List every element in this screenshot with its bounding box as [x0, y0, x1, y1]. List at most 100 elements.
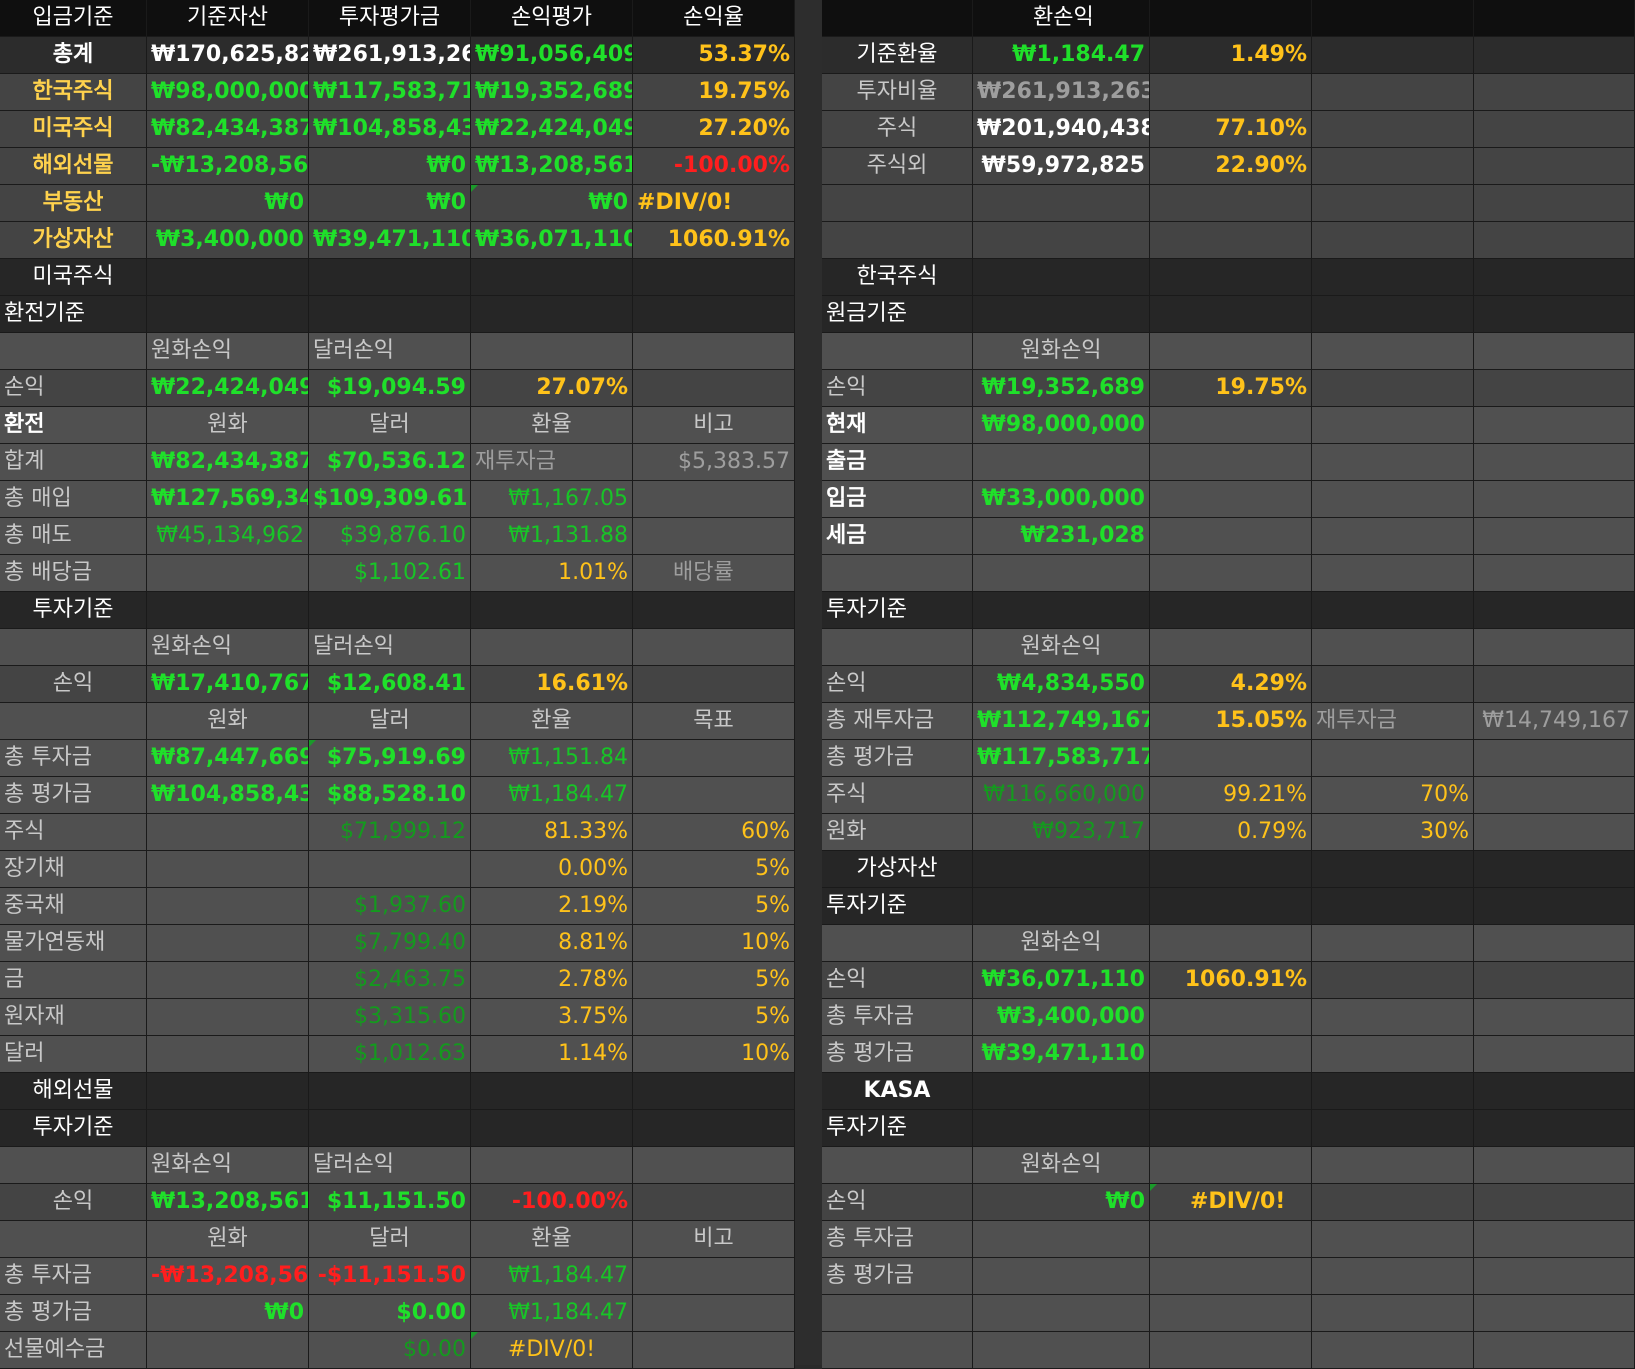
value-cell[interactable]: 15.05%	[1150, 703, 1312, 740]
cell[interactable]	[1474, 259, 1635, 296]
cell[interactable]	[1312, 185, 1474, 222]
section-title[interactable]: 한국주식	[822, 259, 973, 296]
cell[interactable]	[1312, 1295, 1474, 1332]
cell[interactable]	[1474, 851, 1635, 888]
cell[interactable]	[1474, 0, 1635, 37]
value-cell[interactable]: 5%	[633, 999, 795, 1036]
cell[interactable]	[1312, 259, 1474, 296]
cell[interactable]	[309, 1110, 471, 1147]
col-label[interactable]: 달러	[309, 703, 471, 740]
cell[interactable]	[973, 1332, 1150, 1369]
cell[interactable]	[1474, 1184, 1635, 1221]
cell[interactable]	[1474, 555, 1635, 592]
cell[interactable]	[309, 1073, 471, 1110]
cat-eval[interactable]: ₩117,583,717	[309, 74, 471, 111]
subsection-title[interactable]: 투자기준	[822, 888, 973, 925]
cat-rate[interactable]: #DIV/0!	[633, 185, 795, 222]
value-cell[interactable]: 4.29%	[1150, 666, 1312, 703]
header-cell[interactable]: 투자평가금	[309, 0, 471, 37]
value-cell[interactable]: 0.79%	[1150, 814, 1312, 851]
value-cell[interactable]: ₩1,184.47	[471, 1295, 633, 1332]
value-cell[interactable]: $12,608.41	[309, 666, 471, 703]
cell[interactable]	[633, 296, 795, 333]
row-label[interactable]: 손익	[0, 1184, 147, 1221]
value-cell[interactable]: 재투자금	[1312, 703, 1474, 740]
col-label[interactable]: 원화손익	[973, 1147, 1150, 1184]
cell[interactable]	[633, 629, 795, 666]
value-cell[interactable]: $1,012.63	[309, 1036, 471, 1073]
cat-rate[interactable]: 19.75%	[633, 74, 795, 111]
value-cell[interactable]: ₩1,167.05	[471, 481, 633, 518]
col-label[interactable]: 원화손익	[147, 629, 309, 666]
section-title[interactable]: 해외선물	[0, 1073, 147, 1110]
row-label[interactable]: 손익	[0, 666, 147, 703]
value-cell[interactable]: 99.21%	[1150, 777, 1312, 814]
cell[interactable]	[822, 333, 973, 370]
value-cell[interactable]: $1,937.60	[309, 888, 471, 925]
cell[interactable]	[1312, 1184, 1474, 1221]
header-cell[interactable]: 손익평가	[471, 0, 633, 37]
row-label[interactable]: 손익	[822, 1184, 973, 1221]
cell[interactable]	[973, 555, 1150, 592]
total-pl[interactable]: ₩91,056,409	[471, 37, 633, 74]
row-label[interactable]: 투자비율	[822, 74, 973, 111]
row-label[interactable]: 총 평가금	[822, 1036, 973, 1073]
cell[interactable]	[1474, 296, 1635, 333]
cell[interactable]	[1474, 111, 1635, 148]
cell[interactable]	[1150, 407, 1312, 444]
value-cell[interactable]: 27.07%	[471, 370, 633, 407]
cat-label[interactable]: 부동산	[0, 185, 147, 222]
cell[interactable]	[471, 592, 633, 629]
cell[interactable]	[1474, 1110, 1635, 1147]
cell[interactable]	[973, 851, 1150, 888]
value-cell[interactable]: ₩1,184.47	[471, 777, 633, 814]
value-cell[interactable]: $3,315.60	[309, 999, 471, 1036]
cell[interactable]	[1312, 481, 1474, 518]
value-cell[interactable]: $5,383.57	[633, 444, 795, 481]
value-cell[interactable]: -$11,151.50	[309, 1258, 471, 1295]
row-label[interactable]: 총 매도	[0, 518, 147, 555]
subsection-title[interactable]: 투자기준	[822, 592, 973, 629]
cell[interactable]	[1474, 1073, 1635, 1110]
cell[interactable]	[1150, 1147, 1312, 1184]
header-cell[interactable]: 입금기준	[0, 0, 147, 37]
cell[interactable]	[1312, 555, 1474, 592]
cat-pl[interactable]: ₩19,352,689	[471, 74, 633, 111]
cell[interactable]	[1312, 1036, 1474, 1073]
row-label[interactable]: 총 평가금	[0, 1295, 147, 1332]
total-rate[interactable]: 53.37%	[633, 37, 795, 74]
row-label[interactable]: 장기채	[0, 851, 147, 888]
cell[interactable]	[1150, 0, 1312, 37]
cell[interactable]	[1474, 1036, 1635, 1073]
row-label[interactable]: 기준환율	[822, 37, 973, 74]
total-eval[interactable]: ₩261,913,263	[309, 37, 471, 74]
col-label[interactable]: 비고	[633, 407, 795, 444]
value-cell[interactable]: $88,528.10	[309, 777, 471, 814]
cell[interactable]	[1150, 851, 1312, 888]
subsection-title[interactable]: 투자기준	[822, 1110, 973, 1147]
row-label[interactable]: 손익	[0, 370, 147, 407]
cell[interactable]	[822, 629, 973, 666]
value-cell[interactable]: ₩36,071,110	[973, 962, 1150, 999]
cell[interactable]	[1150, 333, 1312, 370]
cell[interactable]	[633, 1295, 795, 1332]
cell[interactable]	[1474, 518, 1635, 555]
col-label[interactable]: 환율	[471, 407, 633, 444]
cat-eval[interactable]: ₩0	[309, 185, 471, 222]
cell[interactable]	[822, 1147, 973, 1184]
value-cell[interactable]: ₩87,447,669	[147, 740, 309, 777]
cell[interactable]	[973, 1258, 1150, 1295]
cell[interactable]	[1312, 518, 1474, 555]
row-label[interactable]: 주식	[822, 777, 973, 814]
value-cell[interactable]: #DIV/0!	[1150, 1184, 1312, 1221]
row-label[interactable]: 총 매입	[0, 481, 147, 518]
cell[interactable]	[1312, 37, 1474, 74]
cell[interactable]	[822, 555, 973, 592]
cell[interactable]	[633, 1332, 795, 1369]
cell[interactable]	[1312, 925, 1474, 962]
value-cell[interactable]: 1060.91%	[1150, 962, 1312, 999]
row-label[interactable]: 총 투자금	[822, 1221, 973, 1258]
cell[interactable]	[147, 888, 309, 925]
cell[interactable]	[147, 925, 309, 962]
cell[interactable]	[973, 259, 1150, 296]
